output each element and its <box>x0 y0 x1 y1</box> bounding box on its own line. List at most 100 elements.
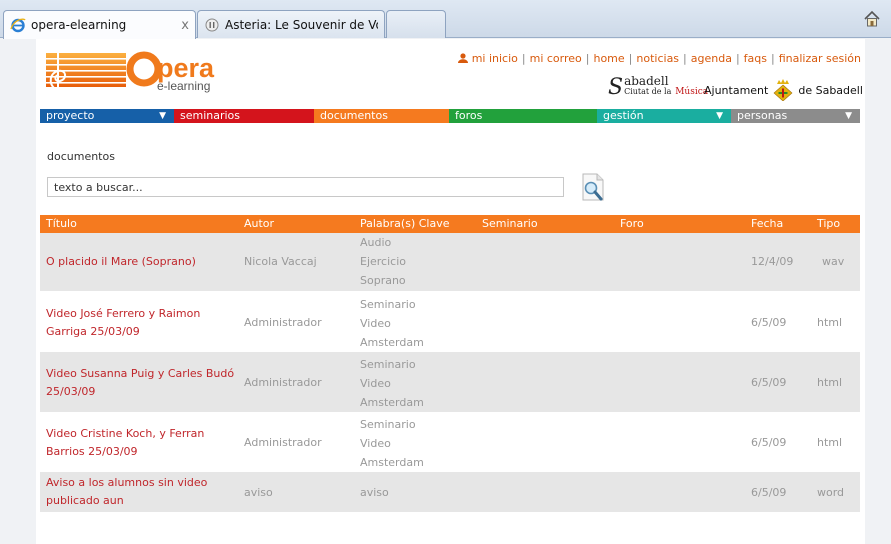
sabadell-subtitle: Ciutat de la <box>624 87 672 96</box>
table-header: Título Autor Palabra(s) Clave Seminario … <box>40 215 860 233</box>
nav-label: proyecto <box>46 109 95 122</box>
row-author: Administrador <box>244 316 322 329</box>
nav-proyecto[interactable]: proyecto ▼ <box>40 109 174 123</box>
ajuntament-label: Ajuntament <box>704 83 769 97</box>
nav-label: gestión <box>603 109 644 122</box>
col-palabras-clave[interactable]: Palabra(s) Clave <box>360 217 450 230</box>
row-keyword: Seminario <box>360 298 416 311</box>
shield-icon <box>773 79 793 101</box>
table-row[interactable]: Video José Ferrero y Raimon Garriga 25/0… <box>40 292 860 352</box>
user-icon <box>457 53 468 63</box>
page-icon <box>205 18 219 31</box>
row-keyword: Amsterdam <box>360 396 424 409</box>
new-tab-button[interactable] <box>386 10 446 38</box>
table-row[interactable]: Video Cristine Koch, y Ferran Barrios 25… <box>40 412 860 472</box>
row-title[interactable]: Video José Ferrero y Raimon <box>46 305 200 323</box>
row-author: Administrador <box>244 376 322 389</box>
sponsors: S abadell Ciutat de la Música Ajuntament… <box>608 73 863 101</box>
col-fecha[interactable]: Fecha <box>751 217 783 230</box>
tab-title: Asteria: Le Souvenir de Vo... <box>225 17 378 32</box>
tab-opera-elearning[interactable]: opera-elearning x <box>3 10 196 39</box>
nav-label: foros <box>455 109 483 122</box>
row-type: word <box>817 486 845 499</box>
page-margin-right <box>865 39 891 544</box>
ie-icon <box>10 18 26 33</box>
ajuntament-logo[interactable]: Ajuntament de Sabadell <box>704 79 863 101</box>
link-mi-inicio[interactable]: mi inicio <box>472 52 518 65</box>
chevron-down-icon: ▼ <box>716 111 723 121</box>
row-keyword: Amsterdam <box>360 456 424 469</box>
chevron-down-icon: ▼ <box>159 111 166 121</box>
nav-label: documentos <box>320 109 388 122</box>
link-noticias[interactable]: noticias <box>636 52 679 65</box>
row-author: Administrador <box>244 436 322 449</box>
chevron-down-icon: ▼ <box>845 111 852 121</box>
link-finalizar-sesion[interactable]: finalizar sesión <box>779 52 861 65</box>
row-keyword: Video <box>360 377 391 390</box>
nav-documentos[interactable]: documentos <box>314 109 449 123</box>
row-type: html <box>817 436 843 449</box>
row-date: 6/5/09 <box>751 316 787 329</box>
main-nav: proyecto ▼ seminarios documentos foros g… <box>40 109 860 123</box>
row-keyword: Amsterdam <box>360 336 424 349</box>
row-keyword: Video <box>360 317 391 330</box>
top-links: mi inicio | mi correo | home | noticias | agenda… <box>457 52 861 65</box>
row-type: html <box>817 316 843 329</box>
opera-logo[interactable]: pera e-learning <box>46 47 226 93</box>
close-icon[interactable]: x <box>181 18 189 33</box>
row-type: wav <box>822 255 845 268</box>
table-row[interactable]: Video Susanna Puig y Carles Budó 25/03/0… <box>40 352 860 412</box>
table-row[interactable]: Aviso a los alumnos sin video publicado … <box>40 472 860 512</box>
search-icon[interactable] <box>579 172 607 202</box>
home-icon[interactable] <box>863 10 881 28</box>
section-title: documentos <box>47 150 115 163</box>
row-title[interactable]: Aviso a los alumnos sin video <box>46 474 207 492</box>
tab-asteria[interactable]: Asteria: Le Souvenir de Vo... <box>197 10 385 38</box>
link-agenda[interactable]: agenda <box>691 52 732 65</box>
link-faqs[interactable]: faqs <box>744 52 767 65</box>
row-keyword: Video <box>360 437 391 450</box>
ajuntament-city: de Sabadell <box>798 83 863 97</box>
row-type: html <box>817 376 843 389</box>
col-tipo[interactable]: Tipo <box>817 217 840 230</box>
nav-seminarios[interactable]: seminarios <box>174 109 314 123</box>
col-seminario[interactable]: Seminario <box>482 217 538 230</box>
nav-label: personas <box>737 109 788 122</box>
row-keyword: Audio <box>360 236 392 249</box>
row-title[interactable]: Video Cristine Koch, y Ferran <box>46 425 204 443</box>
row-title[interactable]: publicado aun <box>46 492 124 510</box>
row-date: 6/5/09 <box>751 486 787 499</box>
row-title[interactable]: 25/03/09 <box>46 383 95 401</box>
row-title[interactable]: Barrios 25/03/09 <box>46 443 138 461</box>
row-date: 6/5/09 <box>751 436 787 449</box>
page: pera e-learning mi inicio | mi correo | home… <box>36 39 865 544</box>
row-keyword: Soprano <box>360 274 406 287</box>
table-row[interactable]: O placido il Mare (Soprano) Nicola Vacca… <box>40 233 860 291</box>
col-titulo[interactable]: Título <box>46 217 77 230</box>
row-keyword: Seminario <box>360 418 416 431</box>
link-mi-correo[interactable]: mi correo <box>530 52 582 65</box>
page-margin-left <box>0 39 36 544</box>
link-home[interactable]: home <box>593 52 624 65</box>
nav-foros[interactable]: foros <box>449 109 597 123</box>
row-date: 12/4/09 <box>751 255 794 268</box>
browser-tab-bar: opera-elearning x Asteria: Le Souvenir d… <box>0 0 891 39</box>
row-author: aviso <box>244 486 273 499</box>
col-foro[interactable]: Foro <box>620 217 644 230</box>
nav-label: seminarios <box>180 109 241 122</box>
row-author: Nicola Vaccaj <box>244 255 317 268</box>
sabadell-word: abadell <box>624 74 669 88</box>
sabadell-logo[interactable]: S abadell Ciutat de la Música <box>608 74 708 98</box>
col-autor[interactable]: Autor <box>244 217 274 230</box>
row-keyword: Ejercicio <box>360 255 406 268</box>
row-title[interactable]: O placido il Mare (Soprano) <box>46 253 196 271</box>
tab-title: opera-elearning <box>31 18 127 32</box>
nav-personas[interactable]: personas ▼ <box>731 109 860 123</box>
row-keyword: aviso <box>360 486 389 499</box>
row-title[interactable]: Garriga 25/03/09 <box>46 323 140 341</box>
nav-gestion[interactable]: gestión ▼ <box>597 109 731 123</box>
row-title[interactable]: Video Susanna Puig y Carles Budó <box>46 365 234 383</box>
search-input[interactable] <box>47 177 564 197</box>
row-date: 6/5/09 <box>751 376 787 389</box>
logo-subtitle: e-learning <box>157 79 210 93</box>
